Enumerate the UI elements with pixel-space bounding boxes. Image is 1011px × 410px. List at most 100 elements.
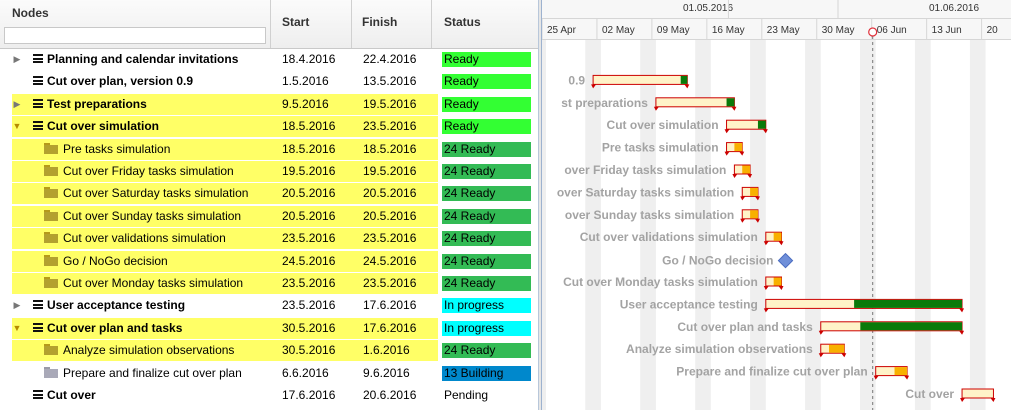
bar-label: Analyze simulation observations <box>626 342 813 356</box>
node-name: Cut over simulation <box>47 119 160 133</box>
task-progress <box>773 277 782 286</box>
week-tick-label: 25 Apr <box>547 25 577 36</box>
start-date: 18.5.2016 <box>282 119 336 133</box>
bar-label: Cut over simulation <box>607 118 719 132</box>
bar-start-marker <box>724 151 730 156</box>
task-grid: Nodes Start Finish Status ▶ Planning and … <box>0 0 538 410</box>
node-name: Cut over Friday tasks simulation <box>63 164 234 178</box>
status-badge: 24 Ready <box>442 164 531 179</box>
bar-label: over Friday tasks simulation <box>564 163 726 177</box>
collapse-arrow-icon[interactable]: ▼ <box>12 317 22 339</box>
finish-date: 19.5.2016 <box>363 164 417 178</box>
column-header-status[interactable]: Status <box>432 0 538 48</box>
task-bar <box>961 388 994 399</box>
finish-date: 19.5.2016 <box>363 97 417 111</box>
finish-date: 17.6.2016 <box>363 321 417 335</box>
table-row[interactable]: ▼ Cut over simulation 18.5.2016 23.5.2016 Re… <box>0 115 538 137</box>
finish-date: 23.5.2016 <box>363 231 417 245</box>
expand-arrow-icon[interactable]: ▶ <box>12 93 22 115</box>
finish-date: 1.6.2016 <box>363 343 410 357</box>
bar-label: 0.9 <box>568 73 585 87</box>
status-badge: 24 Ready <box>442 209 531 224</box>
column-title-start: Start <box>282 15 310 29</box>
table-row[interactable]: Cut over validations simulation 23.5.2016… <box>0 227 538 249</box>
status-cell: Ready <box>440 48 532 70</box>
task-list-icon <box>33 99 43 108</box>
status-cell: In progress <box>440 294 532 316</box>
task-list-icon <box>33 300 43 309</box>
task-list-icon <box>33 323 43 332</box>
bar-end-marker <box>731 106 737 111</box>
folder-icon <box>44 367 58 378</box>
folder-icon <box>44 165 58 176</box>
table-row[interactable]: ▶ User acceptance testing 23.5.2016 17.6.20… <box>0 294 538 316</box>
node-name: Test preparations <box>47 97 147 111</box>
column-title-status: Status <box>444 15 481 29</box>
expand-arrow-icon[interactable]: ▶ <box>12 294 22 316</box>
table-row[interactable]: Cut over Saturday tasks simulation 20.5.2… <box>0 182 538 204</box>
status-cell: 24 Ready <box>440 138 532 160</box>
column-title-finish: Finish <box>362 15 398 29</box>
bar-label: over Sunday tasks simulation <box>565 208 734 222</box>
start-date: 24.5.2016 <box>282 254 336 268</box>
status-cell: 24 Ready <box>440 339 532 361</box>
start-date: 20.5.2016 <box>282 186 336 200</box>
table-row[interactable]: Pre tasks simulation 18.5.2016 18.5.2016 24… <box>0 138 538 160</box>
start-date: 17.6.2016 <box>282 388 336 402</box>
folder-icon <box>44 187 58 198</box>
expand-arrow-icon[interactable]: ▶ <box>12 48 22 70</box>
bar-label: Cut over <box>905 387 954 401</box>
status-cell: Ready <box>440 70 532 92</box>
status-badge: In progress <box>442 321 531 336</box>
table-row[interactable]: Cut over 17.6.2016 20.6.2016 Pending <box>0 384 538 406</box>
status-cell: 24 Ready <box>440 182 532 204</box>
collapse-arrow-icon[interactable]: ▼ <box>12 115 22 137</box>
month-label: 01.05.2016 <box>683 3 733 14</box>
table-row[interactable]: Analyze simulation observations 30.5.2016… <box>0 339 538 361</box>
status-badge: Ready <box>442 97 531 112</box>
bar-end-marker <box>739 151 745 156</box>
column-header-nodes[interactable]: Nodes <box>0 0 271 48</box>
table-row[interactable]: Prepare and finalize cut over plan 6.6.20… <box>0 362 538 384</box>
folder-icon <box>44 143 58 154</box>
table-row[interactable]: Cut over Sunday tasks simulation 20.5.201… <box>0 205 538 227</box>
week-tick-label: 09 May <box>657 25 690 36</box>
bar-end-marker <box>778 286 784 290</box>
finish-date: 20.5.2016 <box>363 209 417 223</box>
task-list-icon <box>33 76 43 85</box>
weekend-shade <box>914 40 931 410</box>
table-row[interactable]: Cut over Friday tasks simulation 19.5.201… <box>0 160 538 182</box>
table-row[interactable]: ▼ Cut over plan and tasks 30.5.2016 17.6.20… <box>0 317 538 339</box>
node-name: Cut over Monday tasks simulation <box>63 276 244 290</box>
status-badge: Ready <box>442 119 531 134</box>
week-tick-label: 02 May <box>602 25 635 36</box>
finish-date: 23.5.2016 <box>363 119 417 133</box>
table-row[interactable]: Cut over Monday tasks simulation 23.5.201… <box>0 272 538 294</box>
column-header-finish[interactable]: Finish <box>352 0 432 48</box>
bar-end-marker <box>990 398 996 402</box>
folder-icon <box>44 232 58 243</box>
status-badge: 24 Ready <box>442 186 531 201</box>
bar-end-marker <box>778 241 784 246</box>
table-row[interactable]: ▶ Planning and calendar invitations 18.4.2… <box>0 48 538 70</box>
status-cell: 24 Ready <box>440 205 532 227</box>
node-name: Planning and calendar invitations <box>47 52 239 66</box>
task-list-icon <box>33 54 43 63</box>
bar-label: Pre tasks simulation <box>602 141 719 155</box>
nodes-filter-input[interactable] <box>4 27 266 44</box>
finish-date: 20.5.2016 <box>363 186 417 200</box>
start-date: 23.5.2016 <box>282 298 336 312</box>
table-row[interactable]: Go / NoGo decision 24.5.2016 24.5.2016 24 R… <box>0 250 538 272</box>
table-row[interactable]: Cut over plan, version 0.9 1.5.2016 13.5.2… <box>0 70 538 92</box>
bar-end-marker <box>959 330 965 335</box>
column-header-start[interactable]: Start <box>271 0 352 48</box>
node-name: User acceptance testing <box>47 298 186 312</box>
grid-header: Nodes Start Finish Status <box>0 0 538 49</box>
folder-icon <box>44 255 58 266</box>
table-row[interactable]: ▶ Test preparations 9.5.2016 19.5.2016 Ready <box>0 93 538 115</box>
start-date: 30.5.2016 <box>282 343 336 357</box>
status-badge: 24 Ready <box>442 343 531 358</box>
status-badge: Ready <box>442 52 531 67</box>
bar-label: over Saturday tasks simulation <box>557 185 734 199</box>
status-badge: 24 Ready <box>442 254 531 269</box>
